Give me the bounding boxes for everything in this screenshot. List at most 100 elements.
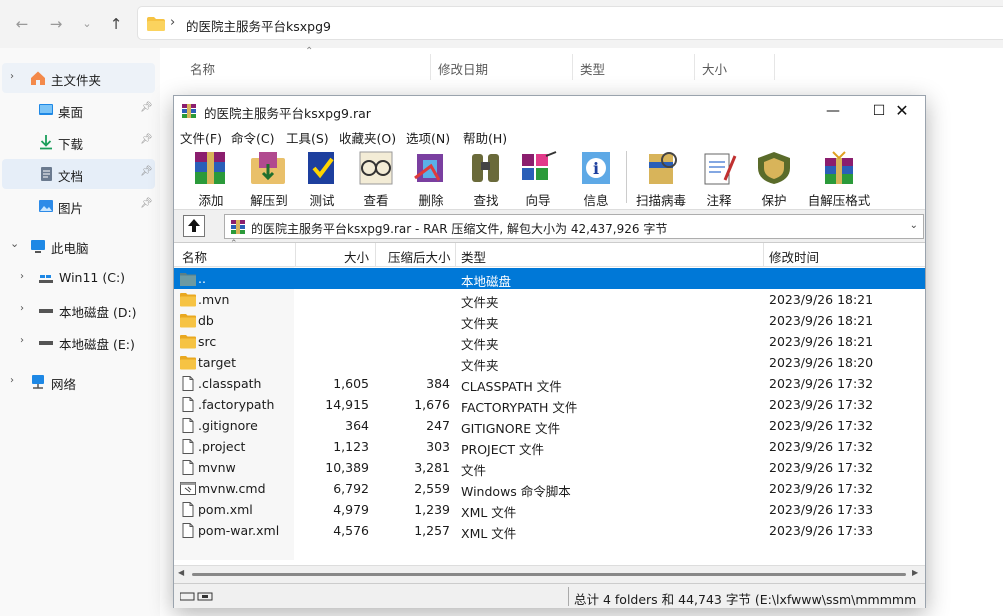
toolbar-virus-scan-button[interactable]: 扫描病毒 [633, 150, 689, 208]
status-bar: 总计 4 folders 和 44,743 字节 (E:\lxfwww\ssm\… [174, 583, 925, 608]
scrollbar-thumb[interactable] [192, 573, 906, 576]
recent-dropdown-icon[interactable]: ⌄ [75, 12, 99, 36]
file-row[interactable]: target 文件夹 2023/9/26 18:20 [174, 352, 925, 373]
network-icon [32, 375, 44, 389]
column-divider[interactable] [763, 243, 764, 267]
sidebar-item-network[interactable]: › 网络 [2, 367, 155, 397]
toolbar-separator [626, 151, 627, 203]
pin-icon[interactable]: 📌︎ [140, 102, 153, 113]
pin-icon[interactable]: 📌︎ [140, 134, 153, 145]
chevron-down-icon[interactable]: ⌄ [10, 237, 19, 250]
sidebar-item-drive-c[interactable]: › Win11 (C:) [2, 263, 155, 293]
toolbar-info-button[interactable]: i 信息 [572, 150, 620, 208]
archive-path-select[interactable]: 的医院主服务平台ksxpg9.rar - RAR 压缩文件, 解包大小为 42,… [224, 214, 924, 239]
file-row[interactable]: src 文件夹 2023/9/26 18:21 [174, 331, 925, 352]
menu-options[interactable]: 选项(N) [406, 128, 450, 147]
column-header-size[interactable]: 大小 [344, 247, 369, 266]
column-header-size[interactable]: 大小 [702, 59, 727, 78]
chevron-right-icon[interactable]: › [10, 71, 14, 82]
file-row[interactable]: mvnw.cmd 6,792 2,559 Windows 命令脚本 2023/9/26 … [174, 478, 925, 499]
column-header-name[interactable]: 名称 [190, 59, 215, 78]
toolbar-find-button[interactable]: 查找 [462, 150, 510, 208]
file-name: mvnw [198, 460, 236, 475]
up-arrow-icon [188, 219, 200, 232]
sidebar-item-this-pc[interactable]: ⌄ 此电脑 [2, 231, 155, 261]
file-row[interactable]: pom.xml 4,979 1,239 XML 文件 2023/9/26 17:33 [174, 499, 925, 520]
close-icon[interactable]: ✕ [879, 96, 925, 126]
column-divider[interactable] [430, 54, 431, 80]
column-divider[interactable] [694, 54, 695, 80]
column-divider[interactable] [572, 54, 573, 80]
forward-icon[interactable]: → [44, 12, 68, 36]
sidebar-item-home[interactable]: › 主文件夹 [2, 63, 155, 93]
column-divider[interactable] [375, 243, 376, 267]
file-row[interactable]: pom-war.xml 4,576 1,257 XML 文件 2023/9/26 17:… [174, 520, 925, 541]
menu-help[interactable]: 帮助(H) [463, 128, 507, 147]
menu-bar: 文件(F) 命令(C) 工具(S) 收藏夹(O) 选项(N) 帮助(H) [174, 126, 925, 146]
column-divider[interactable] [774, 54, 775, 80]
sidebar-item-downloads[interactable]: 下载 📌︎ [2, 127, 155, 157]
column-header-packed[interactable]: 压缩后大小 [388, 247, 451, 266]
minimize-icon[interactable]: — [810, 96, 856, 126]
toolbar-delete-button[interactable]: 删除 [407, 150, 455, 208]
drive-icon [39, 341, 53, 345]
file-row[interactable]: .. 本地磁盘 [174, 268, 925, 289]
file-type: Windows 命令脚本 [461, 484, 571, 499]
up-one-level-button[interactable] [183, 215, 205, 237]
toolbar-view-button[interactable]: 查看 [352, 150, 400, 208]
address-bar[interactable]: › 的医院主服务平台ksxpg9 [137, 6, 1003, 40]
file-type: CLASSPATH 文件 [461, 379, 562, 394]
sfx-archive-icon [825, 151, 853, 184]
delete-icon [414, 154, 443, 182]
file-row[interactable]: db 文件夹 2023/9/26 18:21 [174, 310, 925, 331]
sidebar-item-drive-d[interactable]: › 本地磁盘 (D:) [2, 295, 155, 325]
sidebar-item-drive-e[interactable]: › 本地磁盘 (E:) [2, 327, 155, 357]
chevron-right-icon[interactable]: › [10, 375, 14, 386]
pin-icon[interactable]: 📌︎ [140, 198, 153, 209]
sidebar-item-pictures[interactable]: 图片 📌︎ [2, 191, 155, 221]
file-row[interactable]: .classpath 1,605 384 CLASSPATH 文件 2023/9/26 … [174, 373, 925, 394]
toolbar-extract-button[interactable]: 解压到 [241, 150, 297, 208]
sidebar-item-documents[interactable]: 文档 📌︎ [2, 159, 155, 189]
scroll-left-icon[interactable]: ◀ [178, 568, 184, 577]
toolbar-sfx-button[interactable]: 自解压格式 [804, 150, 874, 208]
status-text: 总计 4 folders 和 44,743 字节 (E:\lxfwww\ssm\… [574, 592, 917, 607]
toolbar-label: 信息 [583, 193, 609, 208]
column-header-name[interactable]: 名称 [182, 247, 207, 266]
sidebar-item-label: 图片 [58, 201, 84, 216]
pin-icon[interactable]: 📌︎ [140, 166, 153, 177]
sidebar-item-desktop[interactable]: 桌面 📌︎ [2, 95, 155, 125]
toolbar-protect-button[interactable]: 保护 [750, 150, 798, 208]
home-icon [31, 71, 45, 85]
file-row[interactable]: .mvn 文件夹 2023/9/26 18:21 [174, 289, 925, 310]
column-divider[interactable] [455, 243, 456, 267]
file-row[interactable]: .project 1,123 303 PROJECT 文件 2023/9/26 17:3… [174, 436, 925, 457]
breadcrumb-current[interactable]: 的医院主服务平台ksxpg9 [186, 16, 331, 35]
file-row[interactable]: mvnw 10,389 3,281 文件 2023/9/26 17:32 [174, 457, 925, 478]
menu-favorites[interactable]: 收藏夹(O) [339, 128, 396, 147]
horizontal-scrollbar[interactable]: ◀ ▶ [174, 565, 925, 582]
scroll-right-icon[interactable]: ▶ [912, 568, 918, 577]
menu-file[interactable]: 文件(F) [180, 128, 222, 147]
column-divider[interactable] [295, 243, 296, 267]
column-header-modified[interactable]: 修改时间 [769, 247, 819, 266]
menu-tools[interactable]: 工具(S) [286, 128, 329, 147]
up-arrow-icon[interactable]: ↑ [104, 12, 128, 36]
winrar-title-bar: 的医院主服务平台ksxpg9.rar — ☐ ✕ [174, 96, 925, 126]
toolbar-add-button[interactable]: 添加 [183, 150, 239, 208]
chevron-right-icon[interactable]: › [20, 271, 24, 282]
column-header-type[interactable]: 类型 [461, 247, 486, 266]
back-icon[interactable]: ← [10, 12, 34, 36]
chevron-right-icon[interactable]: › [20, 303, 24, 314]
toolbar-comment-button[interactable]: 注释 [695, 150, 743, 208]
chevron-down-icon[interactable]: ⌄ [910, 220, 918, 231]
toolbar-wizard-button[interactable]: 向导 [514, 150, 562, 208]
menu-commands[interactable]: 命令(C) [231, 128, 274, 147]
toolbar-test-button[interactable]: 测试 [298, 150, 346, 208]
file-row[interactable]: .factorypath 14,915 1,676 FACTORYPATH 文件 202… [174, 394, 925, 415]
file-icon [182, 460, 194, 475]
column-header-type[interactable]: 类型 [580, 59, 605, 78]
column-header-modified[interactable]: 修改日期 [438, 59, 488, 78]
chevron-right-icon[interactable]: › [20, 335, 24, 346]
file-row[interactable]: .gitignore 364 247 GITIGNORE 文件 2023/9/26 17… [174, 415, 925, 436]
